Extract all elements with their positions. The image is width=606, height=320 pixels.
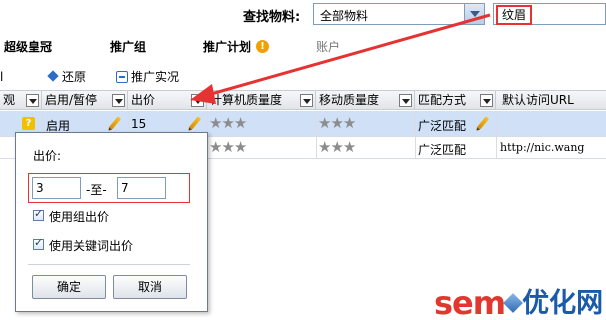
annotation-arrow-line — [203, 13, 491, 98]
watermark-sem: sem — [434, 284, 506, 320]
annotation-arrow-head — [190, 84, 216, 104]
logo-badge-icon — [503, 293, 523, 313]
watermark-logo: sem 优化网 — [434, 281, 603, 320]
annotation-arrow — [190, 13, 491, 104]
watermark-cn: 优化网 — [522, 288, 604, 319]
